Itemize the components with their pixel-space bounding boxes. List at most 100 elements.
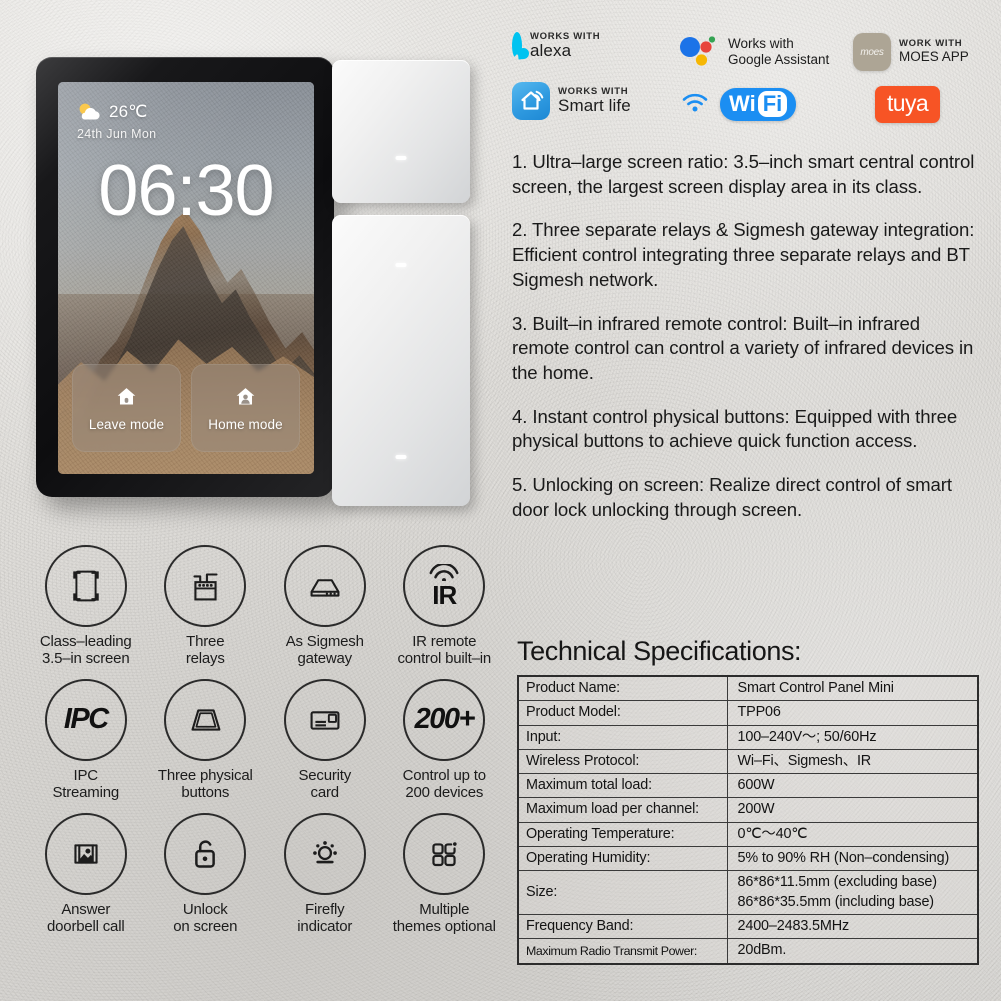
icon-feature-sigmesh-gateway: As Sigmesh gateway: [265, 545, 385, 668]
device-chassis: 26℃ 24th Jun Mon 06:30 Leave mode Home m…: [36, 57, 334, 497]
sun-behind-cloud-icon: [76, 102, 102, 122]
device-screen[interactable]: 26℃ 24th Jun Mon 06:30 Leave mode Home m…: [58, 82, 314, 474]
mode-label-leave: Leave mode: [88, 416, 165, 432]
device-count-icon: 200+: [403, 678, 486, 761]
icon-caption: Three relays: [185, 633, 225, 668]
physical-button-panel: [332, 60, 470, 506]
physical-button-2[interactable]: [332, 215, 470, 506]
tuya-logo-icon: tuya: [875, 86, 941, 123]
security-card-icon: [283, 678, 366, 761]
wifi-signal-icon: [680, 90, 710, 119]
mode-label-home: Home mode: [208, 416, 283, 432]
badge-moes-app: moes WORK WITH MOES APP: [853, 33, 969, 71]
spec-key: Maximum Radio Transmit Power:: [517, 938, 728, 965]
spec-table: Product Name: Smart Control Panel Mini P…: [517, 675, 979, 965]
badge-alexa: WORKS WITH alexa: [512, 31, 600, 61]
feature-paragraph-5: 5. Unlocking on screen: Realize direct c…: [512, 474, 952, 520]
ir-remote-icon: IR: [403, 545, 486, 627]
led-indicator-icon: [395, 455, 407, 459]
table-row: Maximum total load: 600W: [517, 773, 979, 799]
spec-value: 20dBm.: [726, 938, 979, 965]
spec-key: Wireless Protocol:: [517, 748, 728, 775]
spec-key: Frequency Band:: [517, 913, 728, 940]
spec-value: 86*86*11.5mm (excluding base) 86*86*35.5…: [726, 870, 979, 915]
table-row: Maximum load per channel: 200W: [517, 797, 979, 823]
badge-tuya: tuya: [875, 86, 941, 123]
screen-mode-cards: Leave mode Home mode: [72, 364, 300, 452]
spec-value: Smart Control Panel Mini: [726, 675, 979, 702]
product-photo: 26℃ 24th Jun Mon 06:30 Leave mode Home m…: [36, 57, 470, 509]
spec-key: Product Name:: [517, 675, 728, 702]
spec-key: Operating Temperature:: [517, 821, 728, 848]
wifi-logo-pill: Wi Fi: [720, 88, 797, 121]
icon-caption: IR remote control built–in: [397, 633, 492, 668]
led-indicator-icon: [395, 263, 407, 267]
icon-caption: Three physical buttons: [157, 766, 253, 802]
spec-key: Maximum total load:: [517, 773, 728, 799]
ir-text-glyph: IR: [432, 580, 457, 610]
icon-feature-ipc-streaming: IPC IPC Streaming: [26, 678, 146, 802]
spec-key: Input:: [517, 724, 728, 750]
spec-value: 200W: [726, 797, 979, 823]
technical-specifications-section: Technical Specifications: Product Name: …: [517, 636, 979, 965]
icon-feature-answer-doorbell: Answer doorbell call: [26, 812, 146, 936]
infographic-page: 26℃ 24th Jun Mon 06:30 Leave mode Home m…: [0, 0, 1001, 1001]
spec-key: Maximum load per channel:: [517, 797, 728, 823]
icon-feature-firefly-indicator: Firefly indicator: [265, 812, 385, 936]
wifi-logo-fi: Fi: [757, 91, 788, 117]
table-row: Size: 86*86*11.5mm (excluding base) 86*8…: [517, 870, 979, 915]
icon-feature-security-card: Security card: [265, 678, 385, 802]
feature-list: 1. Ultra–large screen ratio: 3.5–inch sm…: [512, 150, 982, 542]
spec-value: Wi–Fi、Sigmesh、IR: [726, 748, 979, 775]
icon-caption: As Sigmesh gateway: [285, 633, 364, 668]
icon-caption: Security card: [298, 766, 352, 802]
ipc-text-glyph: IPC: [63, 703, 109, 736]
table-row: Frequency Band: 2400–2483.5MHz: [517, 913, 979, 940]
relay-module-icon: [164, 545, 247, 627]
icon-feature-class-leading-screen: Class–leading 3.5–in screen: [26, 545, 146, 668]
google-assistant-dots-icon: [676, 34, 720, 70]
table-row: Wireless Protocol: Wi–Fi、Sigmesh、IR: [517, 748, 979, 775]
table-row: Operating Humidity: 5% to 90% RH (Non–co…: [517, 846, 979, 872]
badge-google-assistant: Works with Google Assistant: [676, 34, 829, 70]
badge-google-name: Google Assistant: [728, 52, 830, 67]
table-row: Product Model: TPP06: [517, 700, 979, 726]
mode-card-leave[interactable]: Leave mode: [72, 364, 181, 452]
feature-paragraph-3: 3. Built–in infrared remote control: Bui…: [512, 312, 974, 384]
icon-caption: IPC Streaming: [52, 766, 120, 802]
icon-feature-unlock-on-screen: Unlock on screen: [146, 812, 266, 936]
icon-caption: Control up to 200 devices: [402, 766, 486, 802]
led-indicator-icon: [395, 156, 407, 160]
spec-value-line-1: 86*86*11.5mm (excluding base): [737, 874, 938, 891]
spec-value: 2400–2483.5MHz: [726, 913, 979, 940]
icon-caption: Answer doorbell call: [47, 900, 125, 935]
spec-value: 600W: [726, 773, 979, 799]
mode-card-home[interactable]: Home mode: [191, 364, 300, 452]
icon-feature-grid: Class–leading 3.5–in screen Three relays: [26, 545, 504, 935]
feature-paragraph-2: 2. Three separate relays & Sigmesh gatew…: [512, 219, 975, 290]
table-row: Input: 100–240V～; 50/60Hz: [517, 724, 979, 750]
alexa-ring-icon: [512, 32, 522, 60]
feature-paragraph-4: 4. Instant control physical buttons: Equ…: [512, 405, 958, 452]
ipc-streaming-icon: IPC: [44, 678, 127, 761]
icon-feature-three-relays: Three relays: [146, 545, 266, 668]
icon-feature-multiple-themes: Multiple themes optional: [385, 812, 505, 936]
house-icon: [115, 385, 138, 408]
themes-grid-icon: [403, 812, 486, 895]
unlock-padlock-icon: [164, 812, 247, 895]
physical-button-1[interactable]: [332, 60, 470, 203]
badge-moes-kicker: WORK WITH: [899, 37, 963, 49]
person-in-house-icon: [234, 385, 257, 408]
table-row: Maximum Radio Transmit Power: 20dBm.: [517, 938, 979, 965]
spec-key: Size:: [517, 870, 728, 915]
table-row: Product Name: Smart Control Panel Mini: [517, 675, 979, 702]
spec-value: 5% to 90% RH (Non–condensing): [726, 846, 979, 872]
badge-alexa-name: alexa: [530, 41, 572, 61]
smart-life-house-icon: [512, 82, 550, 120]
badge-smart-life-name: Smart life: [558, 96, 631, 116]
icon-feature-ir-remote: IR IR remote control built–in: [385, 545, 505, 668]
screen-date: 24th Jun Mon: [77, 127, 157, 141]
spec-value: TPP06: [726, 700, 979, 726]
physical-buttons-icon: [164, 678, 247, 761]
badge-moes-name: MOES APP: [899, 48, 969, 64]
